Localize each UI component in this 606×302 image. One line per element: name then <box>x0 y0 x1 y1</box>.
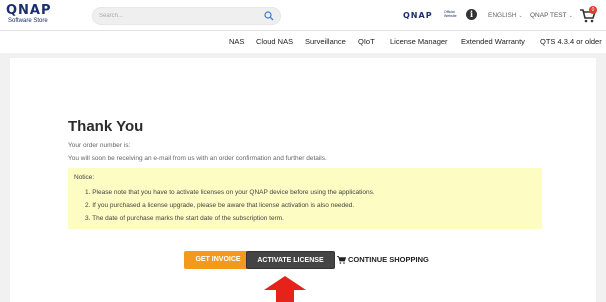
get-invoice-button[interactable]: GET INVOICE <box>184 251 252 269</box>
qnap-official-logo[interactable]: QNAP <box>403 11 433 20</box>
activate-license-button[interactable]: ACTIVATE LICENSE <box>246 251 335 269</box>
page-title: Thank You <box>68 118 144 135</box>
chevron-down-icon: ⌄ <box>518 13 523 19</box>
nav-item-nas[interactable]: NAS <box>229 37 244 46</box>
language-label: ENGLISH <box>488 12 517 19</box>
notice-item: 3. The date of purchase marks the start … <box>85 215 284 222</box>
main-nav: NAS Cloud NAS Surveillance QIoT License … <box>0 31 606 53</box>
info-icon[interactable]: i <box>466 9 477 20</box>
continue-shopping-link[interactable]: CONTINUE SHOPPING <box>337 255 429 264</box>
confirmation-text: You will soon be receiving an e-mail fro… <box>68 155 327 162</box>
cart-count-badge: 0 <box>589 6 597 14</box>
chevron-down-icon: ⌄ <box>568 13 573 19</box>
notice-item: 1. Please note that you have to activate… <box>85 189 375 196</box>
order-number-text: Your order number is: <box>68 142 131 149</box>
official-website-label: Official Website <box>444 10 457 18</box>
top-header: QNAP Software Store QNAP Official Websit… <box>0 0 606 31</box>
notice-item: 2. If you purchased a license upgrade, p… <box>85 202 355 209</box>
user-name: QNAP TEST <box>530 12 567 19</box>
thank-you-card: Thank You Your order number is: You will… <box>10 58 596 302</box>
nav-item-qts-older[interactable]: QTS 4.3.4 or older <box>540 37 602 46</box>
search-input[interactable] <box>99 10 259 22</box>
search-icon[interactable] <box>264 11 274 21</box>
user-menu[interactable]: QNAP TEST ⌄ <box>530 12 573 19</box>
notice-box: Notice: 1. Please note that you have to … <box>68 168 542 229</box>
search-box <box>92 7 281 25</box>
language-selector[interactable]: ENGLISH ⌄ <box>488 12 523 19</box>
notice-title: Notice: <box>74 174 95 181</box>
nav-item-qiot[interactable]: QIoT <box>358 37 375 46</box>
nav-item-extended-warranty[interactable]: Extended Warranty <box>461 37 525 46</box>
nav-item-cloud-nas[interactable]: Cloud NAS <box>256 37 293 46</box>
logo-wordmark: QNAP <box>6 3 52 18</box>
nav-item-surveillance[interactable]: Surveillance <box>305 37 346 46</box>
continue-shopping-label: CONTINUE SHOPPING <box>348 255 429 264</box>
qnap-logo[interactable]: QNAP Software Store <box>6 4 66 25</box>
arrow-up-icon <box>264 276 306 302</box>
cart-icon <box>337 256 346 264</box>
nav-item-license-manager[interactable]: License Manager <box>390 37 448 46</box>
logo-subtitle: Software Store <box>8 18 48 24</box>
